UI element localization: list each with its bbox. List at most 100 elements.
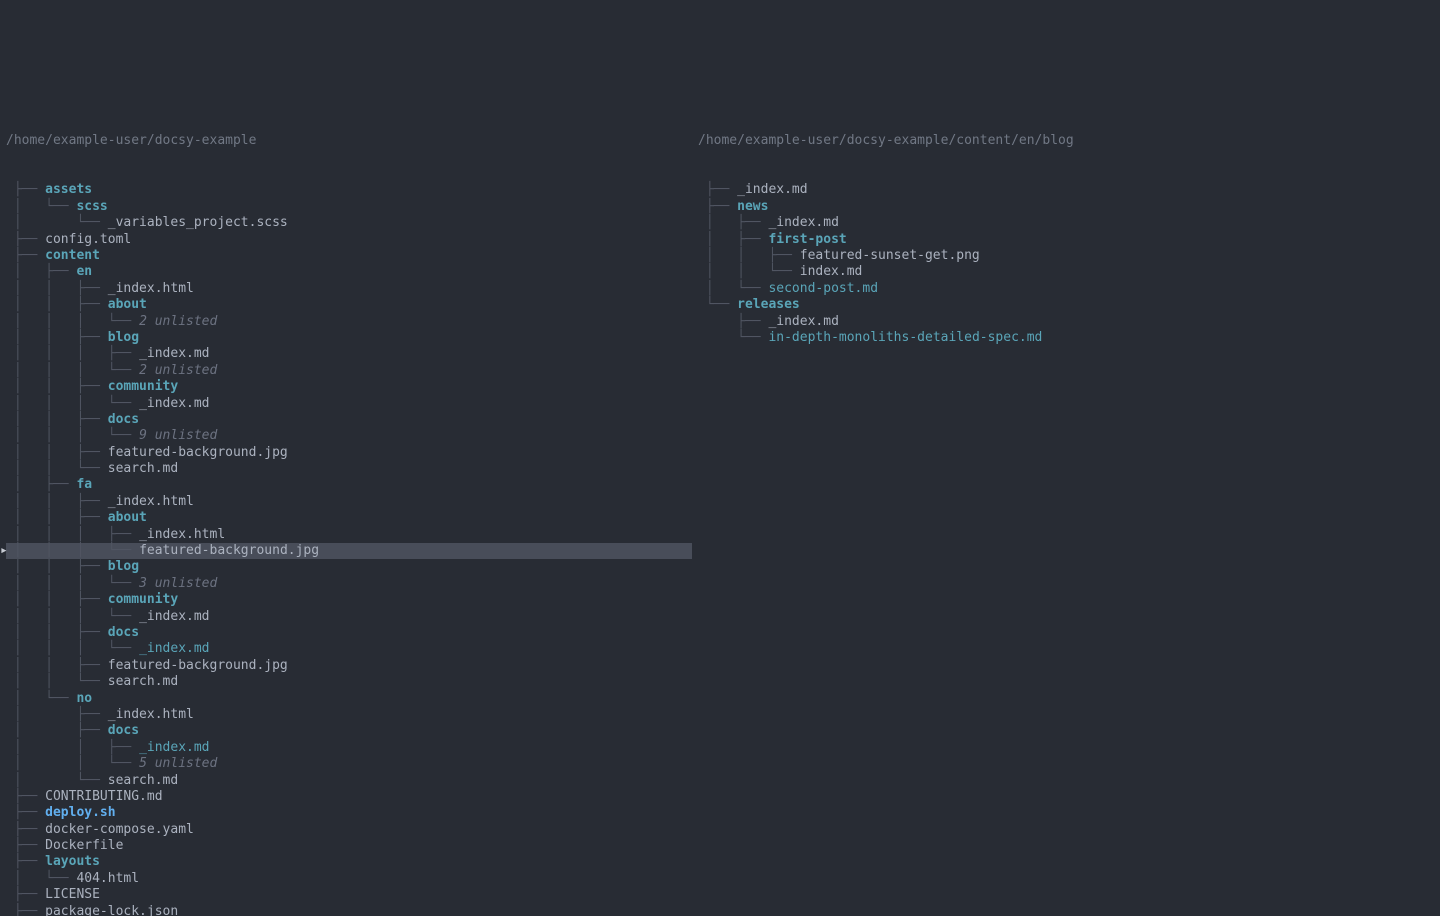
tree-row[interactable]: ├── layouts	[0, 854, 692, 870]
folder-name[interactable]: releases	[737, 297, 800, 313]
tree-row[interactable]: │ └── scss	[0, 199, 692, 215]
tree-row[interactable]: │ │ ├── blog	[0, 330, 692, 346]
tree-row[interactable]: │ └── second-post.md	[692, 281, 1440, 297]
file-name[interactable]: _index.html	[108, 281, 194, 297]
tree-row[interactable]: │ │ ├── blog	[0, 559, 692, 575]
tree-row[interactable]: │ └── search.md	[0, 773, 692, 789]
tree-row[interactable]: ├── assets	[0, 182, 692, 198]
tree-row[interactable]: │ │ └── 5 unlisted	[0, 756, 692, 772]
file-name[interactable]: CONTRIBUTING.md	[45, 789, 162, 805]
tree-row[interactable]: │ │ ├── community	[0, 379, 692, 395]
tree-row[interactable]: │ │ │ ├── _index.html	[0, 527, 692, 543]
tree-row[interactable]: │ │ ├── featured-background.jpg	[0, 445, 692, 461]
folder-name[interactable]: no	[76, 691, 92, 707]
tree-row[interactable]: │ │ ├── docs	[0, 625, 692, 641]
file-name[interactable]: search.md	[108, 674, 178, 690]
file-name[interactable]: _index.md	[139, 740, 209, 756]
file-name[interactable]: config.toml	[45, 232, 131, 248]
tree-row[interactable]: │ │ │ └── 9 unlisted	[0, 428, 692, 444]
file-name[interactable]: _index.md	[737, 182, 807, 198]
file-name[interactable]: featured-background.jpg	[139, 543, 319, 559]
folder-name[interactable]: community	[108, 592, 178, 608]
right-tree[interactable]: ├── _index.md ├── news │ ├── _index.md │…	[692, 182, 1440, 346]
tree-row[interactable]: ├── deploy.sh	[0, 805, 692, 821]
tree-row[interactable]: │ │ │ └── _index.md	[0, 641, 692, 657]
file-name[interactable]: in-depth-monoliths-detailed-spec.md	[768, 330, 1042, 346]
tree-row[interactable]: │ │ └── search.md	[0, 461, 692, 477]
tree-row[interactable]: │ │ ├── about	[0, 510, 692, 526]
file-name[interactable]: second-post.md	[768, 281, 878, 297]
tree-row[interactable]: ├── content	[0, 248, 692, 264]
folder-name[interactable]: layouts	[45, 854, 100, 870]
tree-row[interactable]: ├── CONTRIBUTING.md	[0, 789, 692, 805]
file-name[interactable]: _index.html	[108, 707, 194, 723]
right-panel[interactable]: /home/example-user/docsy-example/content…	[692, 98, 1440, 916]
folder-name[interactable]: scss	[76, 199, 107, 215]
file-name[interactable]: _index.md	[139, 641, 209, 657]
folder-name[interactable]: first-post	[768, 232, 846, 248]
file-name[interactable]: _index.md	[768, 314, 838, 330]
tree-row[interactable]: │ │ │ └── 2 unlisted	[0, 363, 692, 379]
file-name[interactable]: docker-compose.yaml	[45, 822, 194, 838]
folder-name[interactable]: news	[737, 199, 768, 215]
file-name[interactable]: _index.html	[139, 527, 225, 543]
tree-row[interactable]: │ │ └── search.md	[0, 674, 692, 690]
folder-name[interactable]: blog	[108, 330, 139, 346]
folder-name[interactable]: docs	[108, 412, 139, 428]
tree-row[interactable]: │ │ │ └── _index.md	[0, 609, 692, 625]
file-name[interactable]: search.md	[108, 461, 178, 477]
folder-name[interactable]: fa	[76, 477, 92, 493]
folder-name[interactable]: en	[76, 264, 92, 280]
tree-row[interactable]: ├── docker-compose.yaml	[0, 822, 692, 838]
file-name[interactable]: featured-background.jpg	[108, 658, 288, 674]
file-name[interactable]: _index.html	[108, 494, 194, 510]
tree-row[interactable]: │ ├── en	[0, 264, 692, 280]
folder-name[interactable]: assets	[45, 182, 92, 198]
tree-row[interactable]: ├── Dockerfile	[0, 838, 692, 854]
tree-row[interactable]: │ │ │ └── 2 unlisted	[0, 314, 692, 330]
tree-row[interactable]: ├── _index.md	[692, 182, 1440, 198]
tree-row[interactable]: ├── config.toml	[0, 232, 692, 248]
tree-row[interactable]: └── releases	[692, 297, 1440, 313]
tree-row[interactable]: │ │ ├── about	[0, 297, 692, 313]
tree-row[interactable]: │ │ ├── featured-sunset-get.png	[692, 248, 1440, 264]
tree-row[interactable]: │ │ ├── _index.html	[0, 281, 692, 297]
tree-row[interactable]: │ ├── first-post	[692, 232, 1440, 248]
left-panel[interactable]: /home/example-user/docsy-example ├── ass…	[0, 98, 692, 916]
tree-row[interactable]: ├── news	[692, 199, 1440, 215]
tree-row[interactable]: │ └── _variables_project.scss	[0, 215, 692, 231]
file-name[interactable]: _variables_project.scss	[108, 215, 288, 231]
file-name[interactable]: _index.md	[139, 396, 209, 412]
folder-name[interactable]: blog	[108, 559, 139, 575]
file-name[interactable]: featured-sunset-get.png	[800, 248, 980, 264]
tree-row[interactable]: ├── _index.md	[692, 314, 1440, 330]
tree-row[interactable]: │ ├── _index.md	[692, 215, 1440, 231]
file-name[interactable]: 404.html	[76, 871, 139, 887]
tree-row[interactable]: │ ├── docs	[0, 723, 692, 739]
tree-row[interactable]: │ │ │ └── featured-background.jpg	[0, 543, 692, 559]
file-name[interactable]: _index.md	[139, 346, 209, 362]
tree-row[interactable]: │ │ │ └── _index.md	[0, 396, 692, 412]
file-name[interactable]: index.md	[800, 264, 863, 280]
tree-row[interactable]: │ │ ├── _index.html	[0, 494, 692, 510]
tree-row[interactable]: │ │ │ └── 3 unlisted	[0, 576, 692, 592]
tree-row[interactable]: │ │ ├── docs	[0, 412, 692, 428]
file-name[interactable]: search.md	[108, 773, 178, 789]
folder-name[interactable]: docs	[108, 723, 139, 739]
tree-row[interactable]: │ │ ├── community	[0, 592, 692, 608]
tree-row[interactable]: │ └── no	[0, 691, 692, 707]
folder-name[interactable]: community	[108, 379, 178, 395]
file-name[interactable]: _index.md	[139, 609, 209, 625]
folder-name[interactable]: about	[108, 297, 147, 313]
tree-row[interactable]: │ │ ├── featured-background.jpg	[0, 658, 692, 674]
tree-row[interactable]: └── in-depth-monoliths-detailed-spec.md	[692, 330, 1440, 346]
tree-row[interactable]: │ │ └── index.md	[692, 264, 1440, 280]
file-name[interactable]: featured-background.jpg	[108, 445, 288, 461]
tree-row[interactable]: │ │ ├── _index.md	[0, 740, 692, 756]
tree-row[interactable]: │ ├── _index.html	[0, 707, 692, 723]
file-name[interactable]: _index.md	[768, 215, 838, 231]
folder-name[interactable]: docs	[108, 625, 139, 641]
left-tree[interactable]: ├── assets │ └── scss │ └── _variables_p…	[0, 182, 692, 916]
file-name[interactable]: deploy.sh	[45, 805, 115, 821]
folder-name[interactable]: content	[45, 248, 100, 264]
